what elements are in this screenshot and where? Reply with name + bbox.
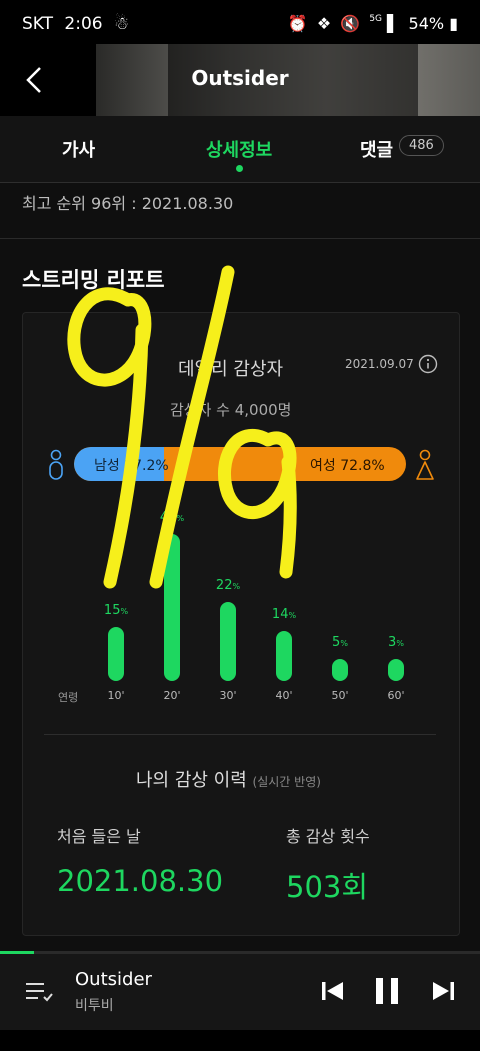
now-playing-title[interactable]: Outsider [75, 969, 152, 990]
history-subtitle: (실시간 반영) [252, 775, 321, 789]
history-title: 나의 감상 이력 (실시간 반영) [136, 766, 321, 792]
section-title: 스트리밍 리포트 [22, 268, 165, 292]
age-bar-value: 22% [215, 578, 241, 594]
card-title: 데일리 감상자 [178, 359, 284, 380]
battery-icon: ▮ [449, 14, 458, 33]
mute-icon: 🔇 [340, 14, 361, 33]
page-title: Outsider [191, 66, 289, 90]
age-bar [276, 630, 292, 681]
age-bar [332, 659, 348, 681]
status-left: SKT 2:06 ☃ [22, 14, 129, 34]
female-ratio-label: 여성 72.8% [310, 458, 385, 474]
age-bar-value: 3% [388, 635, 404, 650]
age-bar [164, 534, 180, 681]
age-tick-label: 40' [275, 689, 293, 702]
first-listen-label: 처음 들은 날 [57, 827, 141, 846]
signal-icon: ▌ [387, 14, 400, 33]
age-tick-label: 60' [387, 689, 405, 702]
tab-bar: 가사 상세정보 댓글 486 [0, 116, 480, 183]
best-rank-text: 최고 순위 96위 : 2021.08.30 [22, 194, 234, 213]
male-icon [49, 449, 63, 480]
age-axis-label: 연령 [58, 691, 79, 704]
bluetooth-icon: ❖ [316, 14, 332, 33]
system-nav-bar [0, 1030, 480, 1051]
comment-count-badge: 486 [399, 135, 444, 156]
carrier-label: SKT [22, 14, 54, 34]
active-tab-indicator [236, 165, 243, 172]
age-bar [220, 602, 236, 681]
age-bar-value: 15% [103, 603, 129, 619]
male-ratio-label: 남성 27.2% [94, 458, 169, 474]
next-track-icon[interactable] [428, 975, 458, 1007]
total-plays-count: 503회 [286, 870, 369, 904]
divider [44, 734, 436, 735]
age-tick-label: 50' [331, 689, 349, 702]
playlist-icon[interactable] [24, 979, 54, 1005]
listener-count: 감상자 수 4,000명 [170, 401, 292, 419]
female-icon [416, 449, 434, 480]
tab-lyrics[interactable]: 가사 [62, 136, 95, 162]
total-plays-label: 총 감상 횟수 [286, 827, 370, 846]
report-date: 2021.09.07 [345, 357, 414, 371]
age-tick-label: 20' [163, 689, 181, 702]
now-playing-artist[interactable]: 비투비 [75, 995, 114, 1015]
info-icon[interactable] [418, 354, 438, 374]
battery-label: 54% [408, 14, 445, 33]
age-bar-value: 5% [332, 635, 348, 650]
mini-player[interactable] [0, 954, 480, 1030]
age-tick-label: 30' [219, 689, 237, 702]
age-bar [108, 627, 124, 681]
alarm-icon: ⏰ [287, 14, 308, 33]
age-tick-label: 10' [107, 689, 125, 702]
first-listen-date: 2021.08.30 [57, 864, 224, 898]
age-bar [388, 659, 404, 681]
divider [0, 238, 480, 239]
pause-icon[interactable] [372, 975, 402, 1007]
history-title-text: 나의 감상 이력 [136, 770, 247, 791]
status-right: ⏰ ❖ 🔇 5G ▌ 54% ▮ [288, 14, 458, 33]
age-bar-value: 41% [159, 510, 185, 525]
previous-track-icon[interactable] [318, 975, 348, 1007]
tab-comments[interactable]: 댓글 [360, 136, 393, 162]
age-bar-value: 14% [271, 606, 297, 622]
clock: 2:06 [64, 14, 103, 34]
tab-details[interactable]: 상세정보 [206, 136, 272, 162]
notification-icon: ☃ [114, 14, 130, 34]
network-label: 5G [369, 14, 383, 24]
header: Outsider [0, 44, 480, 116]
